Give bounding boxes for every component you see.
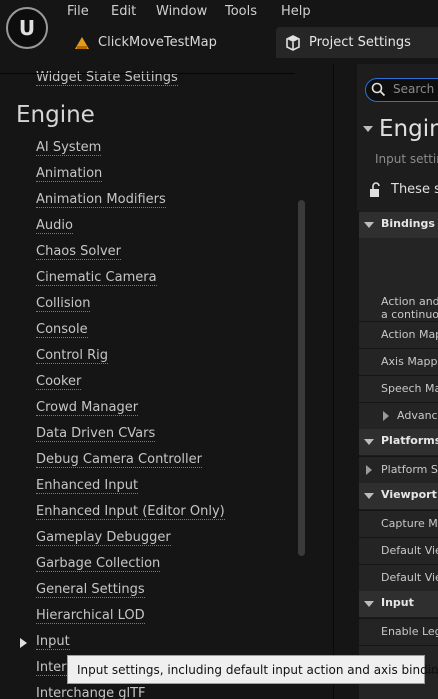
settings-detail-panel: Search Engin Input settin These s Bindin… (357, 64, 438, 699)
bindings-description-area (359, 238, 438, 278)
unlock-icon (370, 182, 380, 197)
nav-item-animation[interactable]: Animation (36, 167, 103, 182)
settings-category-panel: Widget State Settings Engine AI System A… (0, 64, 356, 699)
property-label: Speech Ma (381, 382, 438, 395)
property-enable-legacy[interactable]: Enable Lega (359, 618, 438, 645)
unreal-logo-icon[interactable]: U (6, 7, 48, 49)
nav-item-interchange-gltf[interactable]: Interchange glTF (36, 687, 145, 699)
property-label: Axis Mappi (381, 355, 438, 368)
expand-arrow-icon[interactable] (20, 638, 27, 648)
project-settings-tab[interactable]: Project Settings (276, 27, 438, 58)
description-line: a continuou (381, 308, 438, 321)
nav-item-audio[interactable]: Audio (36, 219, 73, 234)
level-tab[interactable]: ClickMoveTestMap (74, 35, 217, 50)
menu-help[interactable]: Help (281, 4, 311, 19)
tab-label: Project Settings (309, 35, 411, 50)
nav-item-console[interactable]: Console (36, 323, 88, 338)
map-name: ClickMoveTestMap (98, 35, 217, 50)
nav-item-enhanced-input[interactable]: Enhanced Input (36, 479, 139, 494)
property-capture-mode[interactable]: Capture Mo (359, 510, 438, 537)
tooltip-text: Input settings, including default input … (77, 663, 438, 677)
collapse-arrow-icon[interactable] (363, 126, 373, 132)
title-bar: U File Edit Window Tools Help ClickMoveT… (0, 0, 438, 64)
category-label: Platforms (381, 434, 438, 447)
collapse-arrow-icon (364, 601, 374, 607)
nav-item-garbage-collection[interactable]: Garbage Collection (36, 557, 161, 572)
left-scrollbar[interactable] (298, 200, 305, 556)
nav-item-input[interactable]: Input (36, 635, 70, 650)
property-label: Platform Se (381, 463, 438, 476)
nav-item-data-driven-cvars[interactable]: Data Driven CVars (36, 427, 156, 442)
menu-tools[interactable]: Tools (225, 4, 257, 19)
nav-item-animation-modifiers[interactable]: Animation Modifiers (36, 193, 166, 208)
property-label: Default View (381, 571, 438, 584)
menu-window[interactable]: Window (156, 4, 207, 19)
tooltip: Input settings, including default input … (67, 655, 438, 684)
panel-divider[interactable] (333, 64, 334, 699)
nav-item-chaos-solver[interactable]: Chaos Solver (36, 245, 121, 260)
collapse-arrow-icon (364, 439, 374, 445)
expand-arrow-icon (366, 465, 372, 475)
nav-item-hierarchical-lod[interactable]: Hierarchical LOD (36, 609, 145, 624)
nav-item-enhanced-input-editor-only[interactable]: Enhanced Input (Editor Only) (36, 505, 225, 520)
nav-item-crowd-manager[interactable]: Crowd Manager (36, 401, 139, 416)
bindings-description: Action and a continuou (359, 278, 438, 324)
property-label: Default View (381, 544, 438, 557)
nav-item-general-settings[interactable]: General Settings (36, 583, 145, 598)
detail-title: Engin (379, 116, 438, 142)
nav-item-cooker[interactable]: Cooker (36, 375, 82, 390)
detail-subtitle: Input settin (375, 152, 438, 166)
section-heading-engine: Engine (16, 102, 95, 128)
search-placeholder: Search (393, 82, 435, 96)
property-axis-mappings[interactable]: Axis Mappi (359, 348, 438, 375)
settings-icon (286, 34, 300, 51)
category-label: Viewport Pr (381, 488, 438, 501)
menu-file[interactable]: File (67, 4, 89, 19)
description-line: Action and (381, 295, 438, 308)
search-icon (371, 82, 386, 97)
menu-edit[interactable]: Edit (111, 4, 136, 19)
settings-notice: These s (391, 182, 438, 197)
property-default-viewport-2[interactable]: Default View (359, 564, 438, 591)
property-action-mappings[interactable]: Action Map (359, 321, 438, 348)
collapse-arrow-icon (364, 222, 374, 228)
expand-arrow-icon (383, 411, 389, 421)
category-input[interactable]: Input (359, 591, 438, 617)
nav-item-ai-system[interactable]: AI System (36, 141, 102, 156)
nav-item-gameplay-debugger[interactable]: Gameplay Debugger (36, 531, 171, 546)
property-label: Advance (397, 409, 438, 422)
level-icon (75, 36, 89, 49)
nav-item-collision[interactable]: Collision (36, 297, 91, 312)
top-separator (0, 73, 295, 74)
search-input[interactable]: Search (365, 78, 438, 102)
property-label: Capture Mo (381, 517, 438, 530)
nav-item-debug-camera-controller[interactable]: Debug Camera Controller (36, 453, 202, 468)
property-speech-mappings[interactable]: Speech Ma (359, 375, 438, 402)
category-label: Input (381, 596, 414, 609)
property-label: Action Map (381, 328, 438, 341)
nav-item-control-rig[interactable]: Control Rig (36, 349, 109, 364)
property-platform-settings[interactable]: Platform Se (359, 456, 438, 483)
category-viewport-properties[interactable]: Viewport Pr (359, 483, 438, 509)
category-bindings[interactable]: Bindings (359, 212, 438, 238)
property-default-viewport-1[interactable]: Default View (359, 537, 438, 564)
nav-item-cinematic-camera[interactable]: Cinematic Camera (36, 271, 157, 286)
property-label: Enable Lega (381, 625, 438, 638)
property-advanced[interactable]: Advance (359, 402, 438, 429)
category-platforms[interactable]: Platforms (359, 429, 438, 455)
category-label: Bindings (381, 217, 435, 230)
collapse-arrow-icon (364, 493, 374, 499)
